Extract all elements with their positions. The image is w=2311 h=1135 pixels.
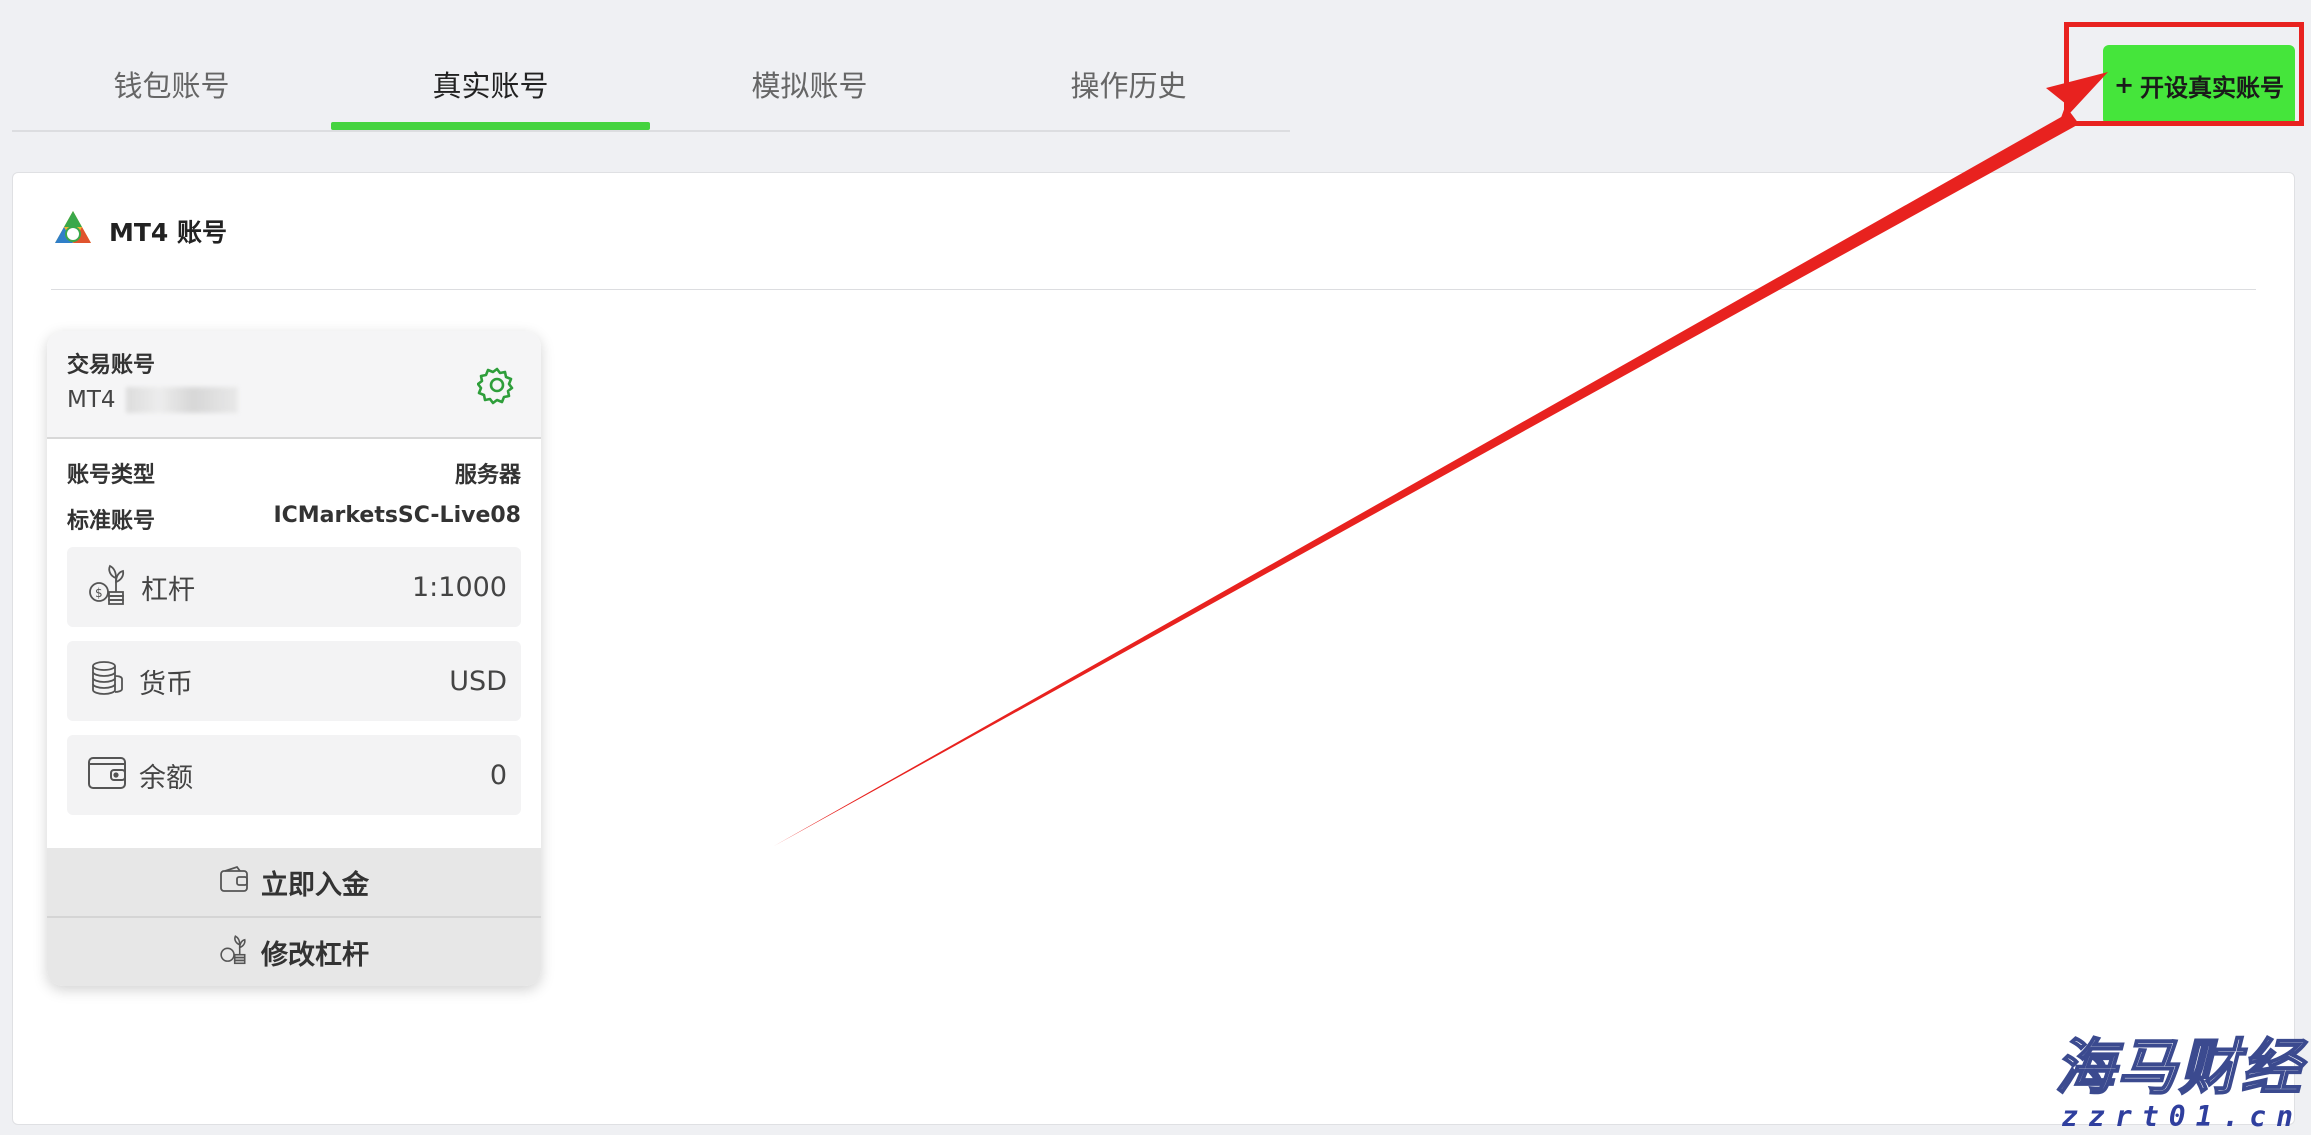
- open-real-account-label: 开设真实账号: [2140, 73, 2285, 102]
- card-header: 交易账号 MT4: [47, 331, 541, 439]
- card-actions: 立即入金 修改杠杆: [47, 848, 541, 986]
- open-real-account-button[interactable]: + 开设真实账号: [2103, 45, 2295, 125]
- modify-leverage-button[interactable]: 修改杠杆: [47, 916, 541, 986]
- meta-values-row: 标准账号 ICMarketsSC-Live08: [47, 503, 541, 535]
- panel-divider: [51, 289, 2256, 290]
- currency-value: USD: [449, 665, 507, 697]
- money-plant-icon: $: [87, 562, 129, 613]
- currency-box: 货币 USD: [67, 641, 521, 721]
- tab-wallet-account[interactable]: 钱包账号: [12, 40, 331, 128]
- balance-label: 余额: [139, 762, 193, 794]
- account-card: 交易账号 MT4 账号类型 服务器 标准账号 ICMarketsSC-Live0…: [47, 331, 541, 986]
- account-type-label: 账号类型: [67, 463, 156, 488]
- server-label: 服务器: [454, 463, 521, 488]
- trade-account-label: 交易账号: [67, 353, 156, 378]
- svg-text:$: $: [95, 586, 103, 600]
- gear-icon[interactable]: [476, 365, 517, 405]
- coins-icon: [87, 658, 127, 705]
- tab-demo-account[interactable]: 模拟账号: [650, 40, 969, 128]
- balance-value: 0: [489, 759, 507, 791]
- currency-label: 货币: [139, 668, 193, 700]
- plus-icon: +: [2113, 71, 2135, 99]
- redacted-account-number: [125, 387, 238, 413]
- metatrader-logo-icon: [51, 207, 95, 255]
- leverage-label: 杠杆: [141, 574, 195, 606]
- tab-real-account[interactable]: 真实账号: [331, 40, 650, 130]
- account-number: MT4: [67, 387, 521, 413]
- wallet-icon: [87, 754, 127, 797]
- mt4-accounts-panel: MT4 账号 交易账号 MT4 账号类型 服务器 标准账号 ICMarketsS…: [12, 172, 2295, 1125]
- account-type-value: 标准账号: [67, 509, 156, 534]
- server-value: ICMarketsSC-Live08: [273, 503, 521, 528]
- leverage-value: 1:1000: [412, 571, 507, 603]
- deposit-now-button[interactable]: 立即入金: [47, 848, 541, 916]
- balance-box: 余额 0: [67, 735, 521, 815]
- panel-title: MT4 账号: [109, 218, 228, 247]
- leverage-box: $ 杠杆 1:1000: [67, 547, 521, 627]
- meta-labels-row: 账号类型 服务器: [47, 457, 541, 489]
- wallet-icon: [219, 865, 249, 900]
- deposit-now-label: 立即入金: [261, 869, 369, 901]
- account-tabs: 钱包账号 真实账号 模拟账号 操作历史: [12, 40, 1290, 132]
- modify-leverage-label: 修改杠杆: [261, 939, 369, 971]
- panel-header: MT4 账号: [51, 207, 227, 255]
- account-prefix: MT4: [67, 387, 116, 413]
- money-plant-icon: [219, 933, 249, 972]
- tab-operation-history[interactable]: 操作历史: [969, 40, 1288, 128]
